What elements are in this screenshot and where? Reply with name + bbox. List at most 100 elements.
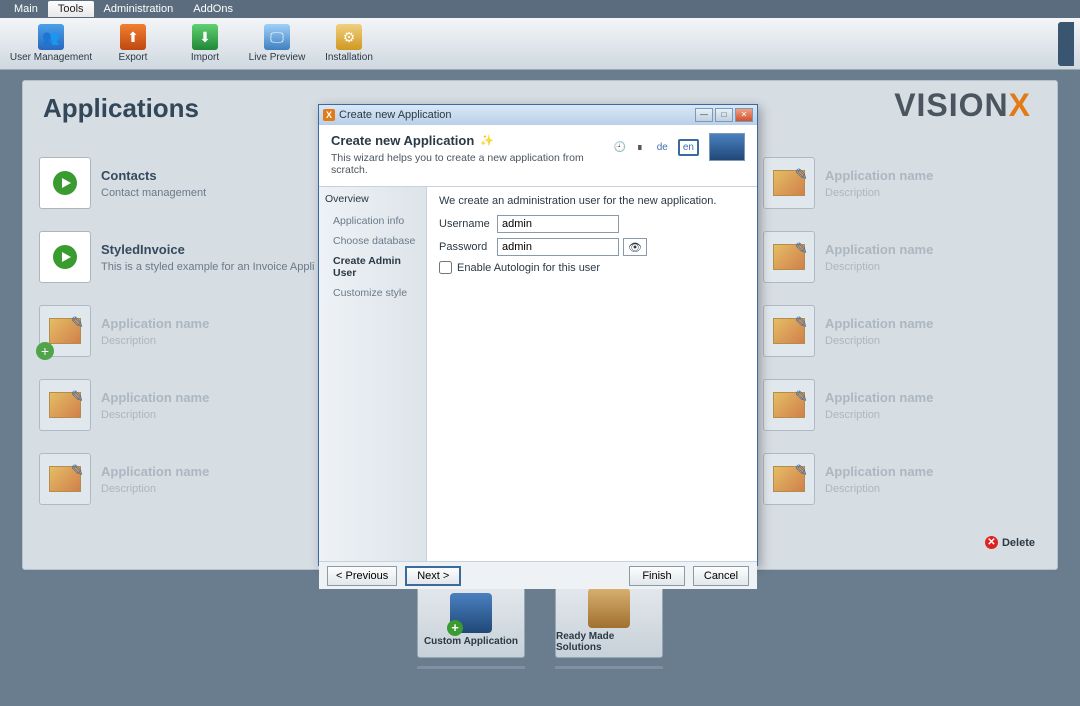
card-indicator xyxy=(417,666,525,669)
lang-en[interactable]: en xyxy=(678,139,699,156)
app-item-placeholder[interactable]: Application nameDescription xyxy=(763,375,1058,435)
menu-tools[interactable]: Tools xyxy=(48,1,94,17)
finish-button[interactable]: Finish xyxy=(629,566,685,586)
camera-icon[interactable]: ∎ xyxy=(633,140,647,154)
minimize-button[interactable]: — xyxy=(695,108,713,122)
app-thumb xyxy=(763,379,815,431)
app-item-placeholder[interactable]: Application nameDescription xyxy=(763,227,1058,287)
user-management-label: User Management xyxy=(10,52,92,63)
next-button[interactable]: Next > xyxy=(405,566,461,586)
app-title: StyledInvoice xyxy=(101,242,314,257)
card-indicator xyxy=(555,666,663,669)
export-label: Export xyxy=(119,52,148,63)
app-logo-icon: X xyxy=(323,109,335,121)
play-icon xyxy=(53,245,77,269)
custom-application-card[interactable]: Custom Application xyxy=(417,582,525,658)
user-management-button[interactable]: 👥 User Management xyxy=(6,19,96,69)
installation-icon: ⚙ xyxy=(336,24,362,50)
app-item-placeholder[interactable]: Application nameDescription xyxy=(763,153,1058,213)
dialog-titlebar[interactable]: X Create new Application — □ ✕ xyxy=(319,105,757,125)
export-icon: ⬆ xyxy=(120,24,146,50)
action-cards: Custom Application Ready Made Solutions xyxy=(417,582,663,669)
nav-step-customize-style[interactable]: Customize style xyxy=(325,283,420,303)
app-item-placeholder[interactable]: Application nameDescription xyxy=(763,301,1058,361)
wand-icon: ✨ xyxy=(480,134,494,147)
app-item-placeholder[interactable]: Application nameDescription xyxy=(39,449,359,509)
password-label: Password xyxy=(439,241,497,253)
autologin-checkbox[interactable] xyxy=(439,261,452,274)
app-desc: Description xyxy=(101,335,209,347)
custom-application-icon xyxy=(450,593,492,633)
app-thumb xyxy=(39,379,91,431)
toolbar-collapse[interactable] xyxy=(1058,22,1074,66)
cancel-button[interactable]: Cancel xyxy=(693,566,749,586)
dialog-heading: Create new Application✨ xyxy=(331,133,613,148)
app-item-styledinvoice[interactable]: StyledInvoice This is a styled example f… xyxy=(39,227,359,287)
nav-step-create-admin-user[interactable]: Create Admin User xyxy=(325,251,420,283)
play-icon xyxy=(53,171,77,195)
app-desc: This is a styled example for an Invoice … xyxy=(101,261,314,273)
app-title: Contacts xyxy=(101,168,206,183)
create-application-dialog: X Create new Application — □ ✕ Create ne… xyxy=(318,104,758,566)
toolbar: 👥 User Management ⬆ Export ⬇ Import 🖵 Li… xyxy=(0,18,1080,70)
app-item-placeholder[interactable]: Application nameDescription xyxy=(39,375,359,435)
installation-button[interactable]: ⚙ Installation xyxy=(314,19,384,69)
nav-step-choose-database[interactable]: Choose database xyxy=(325,231,420,251)
import-button[interactable]: ⬇ Import xyxy=(170,19,240,69)
import-label: Import xyxy=(191,52,219,63)
ready-made-icon xyxy=(588,588,630,628)
username-input[interactable] xyxy=(497,215,619,233)
users-icon: 👥 xyxy=(38,24,64,50)
live-preview-label: Live Preview xyxy=(249,52,306,63)
menu-main[interactable]: Main xyxy=(4,1,48,17)
maximize-button[interactable]: □ xyxy=(715,108,733,122)
live-preview-icon: 🖵 xyxy=(264,24,290,50)
app-thumb xyxy=(763,231,815,283)
nav-step-application-info[interactable]: Application info xyxy=(325,211,420,231)
app-item-placeholder[interactable]: Application nameDescription xyxy=(763,449,1058,509)
brand-logo: VISIONX xyxy=(894,87,1031,124)
installation-label: Installation xyxy=(325,52,373,63)
lang-de[interactable]: de xyxy=(653,140,672,155)
add-icon: + xyxy=(36,342,54,360)
clock-icon[interactable]: 🕘 xyxy=(613,140,627,154)
app-desc: Contact management xyxy=(101,187,206,199)
password-input[interactable] xyxy=(497,238,619,256)
export-button[interactable]: ⬆ Export xyxy=(98,19,168,69)
app-thumb xyxy=(763,157,815,209)
delete-button[interactable]: ✕ Delete xyxy=(985,536,1035,549)
ready-made-label: Ready Made Solutions xyxy=(556,631,662,653)
custom-application-label: Custom Application xyxy=(424,636,518,647)
previous-button[interactable]: < Previous xyxy=(327,566,397,586)
app-title: Application name xyxy=(101,316,209,331)
dialog-footer: < Previous Next > Finish Cancel xyxy=(319,561,757,589)
app-item-contacts[interactable]: Contacts Contact management xyxy=(39,153,359,213)
wizard-content: We create an administration user for the… xyxy=(427,187,757,561)
app-thumb xyxy=(39,231,91,283)
close-button[interactable]: ✕ xyxy=(735,108,753,122)
menu-administration[interactable]: Administration xyxy=(94,1,184,17)
app-thumb xyxy=(39,453,91,505)
dialog-header: Create new Application✨ This wizard help… xyxy=(319,125,757,187)
live-preview-button[interactable]: 🖵 Live Preview xyxy=(242,19,312,69)
app-item-new[interactable]: + Application name Description xyxy=(39,301,359,361)
nav-overview: Overview xyxy=(325,193,420,205)
autologin-label: Enable Autologin for this user xyxy=(457,262,600,274)
dialog-window-title: Create new Application xyxy=(339,109,452,121)
delete-label: Delete xyxy=(1002,537,1035,549)
app-thumb: + xyxy=(39,305,91,357)
wizard-nav: Overview Application info Choose databas… xyxy=(319,187,427,561)
app-thumb xyxy=(763,305,815,357)
ready-made-solutions-card[interactable]: Ready Made Solutions xyxy=(555,582,663,658)
import-icon: ⬇ xyxy=(192,24,218,50)
toggle-password-visibility[interactable]: 👁 xyxy=(623,238,647,256)
username-label: Username xyxy=(439,218,497,230)
dialog-subheading: This wizard helps you to create a new ap… xyxy=(331,152,613,176)
menu-addons[interactable]: AddOns xyxy=(183,1,243,17)
delete-icon: ✕ xyxy=(985,536,998,549)
menubar: Main Tools Administration AddOns xyxy=(0,0,1080,18)
app-thumb xyxy=(39,157,91,209)
content-intro: We create an administration user for the… xyxy=(439,195,745,207)
app-thumb xyxy=(763,453,815,505)
header-thumb-icon xyxy=(709,133,745,161)
